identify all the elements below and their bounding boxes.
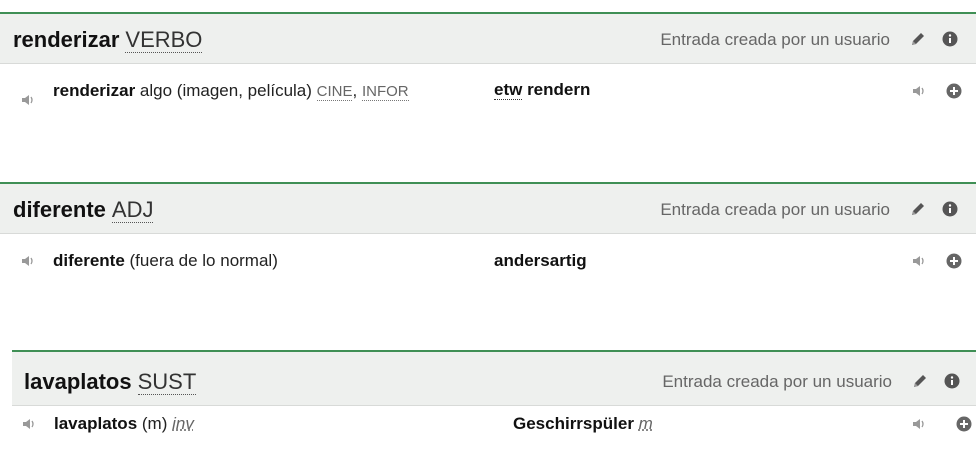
speaker-icon[interactable] — [912, 418, 926, 430]
created-by-user-note: Entrada creada por un usuario — [660, 200, 890, 219]
entry-header: diferente ADJ Entrada creada por un usuar… — [0, 182, 976, 234]
translation-row: renderizar algo (imagen, película) CINE,… — [0, 64, 976, 182]
speaker-icon[interactable] — [22, 418, 36, 430]
dictionary-results: renderizar VERBO Entrada creada por un us… — [0, 0, 976, 461]
entry-header: lavaplatos SUST Entrada creada por un usu… — [12, 350, 976, 406]
entry-diferente: diferente ADJ Entrada creada por un usuar… — [0, 182, 976, 349]
source-term: renderizar — [53, 81, 136, 100]
entry-lavaplatos: lavaplatos SUST Entrada creada por un usu… — [12, 350, 976, 461]
entry-header: renderizar VERBO Entrada creada por un us… — [0, 12, 976, 64]
plus-circle-icon[interactable] — [946, 83, 962, 99]
source-phrase: renderizar algo (imagen, película) CINE,… — [53, 81, 409, 101]
info-icon[interactable] — [942, 31, 958, 47]
plus-circle-icon[interactable] — [956, 416, 972, 432]
gender-inv[interactable]: inv — [172, 414, 194, 433]
pencil-icon[interactable] — [911, 372, 929, 390]
pencil-icon[interactable] — [909, 30, 927, 48]
translation-row: lavaplatos (m) inv Geschirrspüler m — [12, 406, 976, 461]
source-phrase: diferente (fuera de lo normal) — [53, 251, 278, 270]
abbreviation-etw[interactable]: etw — [494, 80, 523, 100]
target-phrase: andersartig — [494, 251, 587, 270]
plus-circle-icon[interactable] — [946, 253, 962, 269]
speaker-icon[interactable] — [912, 255, 926, 267]
speaker-icon[interactable] — [912, 85, 926, 97]
source-phrase: lavaplatos (m) inv — [54, 414, 194, 433]
speaker-icon[interactable] — [21, 94, 35, 106]
source-term: diferente — [53, 251, 125, 270]
info-icon[interactable] — [944, 373, 960, 389]
gender-m[interactable]: m — [639, 414, 653, 433]
entry-renderizar: renderizar VERBO Entrada creada por un us… — [0, 12, 976, 182]
pencil-icon[interactable] — [909, 200, 927, 218]
headword: diferente ADJ — [13, 197, 154, 223]
created-by-user-note: Entrada creada por un usuario — [660, 30, 890, 49]
translation-row: diferente (fuera de lo normal) andersart… — [0, 234, 976, 349]
info-icon[interactable] — [942, 201, 958, 217]
created-by-user-note: Entrada creada por un usuario — [662, 372, 892, 391]
speaker-icon[interactable] — [21, 255, 35, 267]
headword: lavaplatos SUST — [24, 369, 197, 395]
part-of-speech[interactable]: ADJ — [111, 197, 154, 223]
part-of-speech[interactable]: SUST — [137, 369, 197, 395]
part-of-speech[interactable]: VERBO — [125, 27, 203, 53]
target-phrase: Geschirrspüler m — [513, 414, 653, 433]
field-tag-cine[interactable]: CINE — [316, 83, 353, 101]
field-tag-infor[interactable]: INFOR — [361, 83, 409, 101]
target-phrase: etw rendern — [494, 80, 591, 100]
headword: renderizar VERBO — [13, 27, 203, 53]
source-term: lavaplatos — [54, 414, 138, 433]
